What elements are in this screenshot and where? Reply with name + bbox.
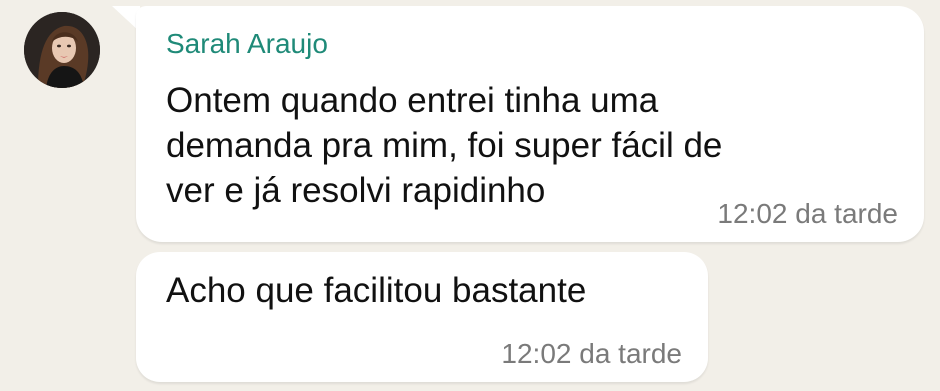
message-timestamp: 12:02 da tarde [717,198,898,229]
message-text: Acho que facilitou bastante [166,271,587,310]
message-timestamp: 12:02 da tarde [501,338,682,369]
avatar[interactable] [24,12,100,88]
message-text: Ontem quando entrei tinha uma demanda pr… [166,81,723,210]
message-bubble[interactable]: Acho que facilitou bastante 12:02 da tar… [136,252,708,382]
sender-name[interactable]: Sarah Araujo [166,28,328,60]
message-bubble[interactable]: Sarah Araujo Ontem quando entrei tinha u… [136,6,924,242]
avatar-photo [24,12,100,88]
